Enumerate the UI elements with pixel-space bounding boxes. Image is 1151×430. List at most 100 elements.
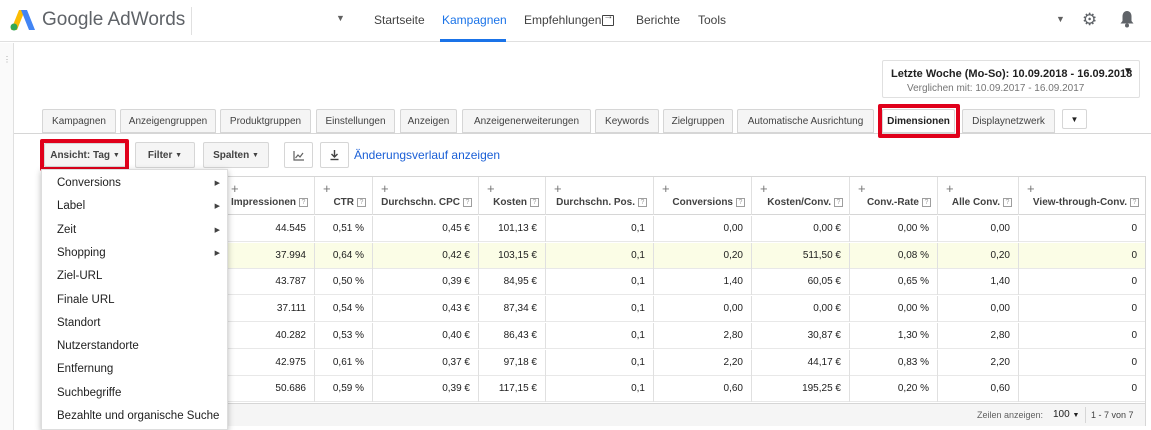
change-history-link[interactable]: Änderungsverlauf anzeigen — [354, 148, 500, 162]
tab-dimensionen[interactable]: Dimensionen — [882, 109, 955, 133]
menu-item[interactable]: Nutzerstandorte — [42, 335, 227, 358]
table-cell: 37.994 — [223, 242, 315, 269]
gear-icon[interactable]: ⚙ — [1082, 10, 1097, 30]
column-header-avg-cpc[interactable]: + Durchschn. CPC? — [373, 177, 479, 215]
help-icon[interactable]: ? — [736, 198, 745, 207]
menu-item[interactable]: Standort — [42, 312, 227, 335]
view-button[interactable]: Ansicht: Tag ▼ — [44, 143, 126, 167]
column-header-view-through-conv[interactable]: + View-through-Conv.? — [1019, 177, 1145, 215]
column-label: Kosten/Conv. — [767, 197, 831, 208]
menu-item[interactable]: Bezahlte und organische Suche — [42, 405, 227, 428]
chevron-down-icon: ▼ — [1123, 66, 1133, 77]
menu-item[interactable]: Label ▶ — [42, 195, 227, 218]
table-cell: 2,80 — [654, 322, 752, 349]
table-cell: 0,00 — [654, 216, 752, 242]
table-cell: 0,00 % — [850, 296, 938, 323]
column-label: Durchschn. CPC — [381, 197, 460, 208]
adwords-logo-icon[interactable] — [10, 8, 36, 32]
collapse-handle-icon[interactable]: ⋮ — [3, 55, 11, 64]
plus-icon[interactable]: + — [760, 181, 768, 196]
filter-button[interactable]: Filter ▼ — [135, 142, 195, 168]
table-cell: 0 — [1131, 276, 1137, 288]
tab-automatische-ausrichtung[interactable]: Automatische Ausrichtung — [737, 109, 874, 133]
column-header-all-conv[interactable]: + Alle Conv.? — [938, 177, 1019, 215]
nav-kampagnen[interactable]: Kampagnen — [442, 13, 507, 27]
table-cell: 50.686 — [223, 376, 315, 403]
column-header-impressions[interactable]: + Impressionen? — [223, 177, 315, 215]
tab-anzeigenerweiterungen[interactable]: Anzeigenerweiterungen — [462, 109, 591, 133]
help-icon[interactable]: ? — [299, 198, 308, 207]
column-header-cost[interactable]: + Kosten? — [479, 177, 546, 215]
nav-tools[interactable]: Tools — [698, 13, 726, 27]
help-icon[interactable]: ? — [463, 198, 472, 207]
menu-item[interactable]: Zeit ▶ — [42, 219, 227, 242]
rows-per-page-label: Zeilen anzeigen: — [977, 410, 1044, 420]
bell-icon[interactable] — [1119, 10, 1135, 28]
menu-item[interactable]: Entfernung — [42, 358, 227, 381]
column-header-avg-pos[interactable]: + Durchschn. Pos.? — [546, 177, 654, 215]
help-icon[interactable]: ? — [357, 198, 366, 207]
table-cell: 0,1 — [546, 269, 654, 296]
help-icon[interactable]: ? — [530, 198, 539, 207]
nav-berichte[interactable]: Berichte — [636, 13, 680, 27]
table-cell: 195,25 € — [752, 376, 850, 403]
plus-icon[interactable]: + — [381, 181, 389, 196]
nav-empfehlungen-label: Empfehlungen — [524, 13, 602, 27]
more-tabs-button[interactable]: ▼ — [1062, 109, 1087, 129]
menu-item[interactable]: Suchbegriffe — [42, 382, 227, 405]
table-cell: 0,00 — [654, 296, 752, 323]
left-rail[interactable]: ⋮ — [0, 43, 14, 430]
chart-button[interactable] — [284, 142, 313, 168]
tab-anzeigen[interactable]: Anzeigen — [400, 109, 457, 133]
tab-einstellungen[interactable]: Einstellungen — [316, 109, 395, 133]
nav-startseite[interactable]: Startseite — [374, 13, 425, 27]
menu-item[interactable]: Finale URL — [42, 289, 227, 312]
column-header-conv-rate[interactable]: + Conv.-Rate? — [850, 177, 938, 215]
plus-icon[interactable]: + — [858, 181, 866, 196]
table-cell: 0,1 — [546, 216, 654, 242]
help-icon[interactable]: ? — [834, 198, 843, 207]
chevron-right-icon: ▶ — [214, 226, 220, 234]
menu-item-label: Suchbegriffe — [57, 386, 122, 399]
nav-empfehlungen[interactable]: Empfehlungen — [524, 11, 615, 27]
column-label: CTR — [333, 197, 354, 208]
tab-produktgruppen[interactable]: Produktgruppen — [220, 109, 311, 133]
table-cell: 30,87 € — [752, 322, 850, 349]
tab-displaynetzwerk[interactable]: Displaynetzwerk — [962, 109, 1055, 133]
date-range-selector[interactable]: Letzte Woche (Mo-So): 10.09.2018 - 16.09… — [882, 60, 1140, 98]
plus-icon[interactable]: + — [231, 181, 239, 196]
help-icon[interactable]: ? — [638, 198, 647, 207]
help-icon[interactable]: ? — [1003, 198, 1012, 207]
tab-kampagnen[interactable]: Kampagnen — [42, 109, 116, 133]
tab-anzeigengruppen[interactable]: Anzeigengruppen — [120, 109, 216, 133]
brand-name[interactable]: Google AdWords — [42, 9, 185, 31]
plus-icon[interactable]: + — [554, 181, 562, 196]
line-chart-icon — [292, 150, 304, 161]
table-cell: 117,15 € — [479, 376, 546, 403]
plus-icon[interactable]: + — [946, 181, 954, 196]
menu-item[interactable]: Shopping ▶ — [42, 242, 227, 265]
columns-button[interactable]: Spalten ▼ — [203, 142, 269, 168]
column-header-ctr[interactable]: + CTR? — [315, 177, 373, 215]
table-cell: 0,1 — [546, 296, 654, 323]
help-icon[interactable]: ? — [1130, 198, 1139, 207]
column-header-conversions[interactable]: + Conversions? — [654, 177, 752, 215]
table-cell: 0,60 — [654, 376, 752, 403]
rows-per-page-select[interactable]: 100 ▼ — [1053, 409, 1079, 420]
download-button[interactable] — [320, 142, 349, 168]
nav-active-indicator — [440, 39, 506, 42]
plus-icon[interactable]: + — [662, 181, 670, 196]
tab-keywords[interactable]: Keywords — [595, 109, 659, 133]
chevron-down-icon[interactable]: ▼ — [1056, 14, 1065, 24]
plus-icon[interactable]: + — [487, 181, 495, 196]
table-cell: 0,42 € — [373, 242, 479, 269]
menu-item[interactable]: Conversions ▶ — [42, 172, 227, 195]
table-cell: 0,1 — [546, 322, 654, 349]
column-header-cost-per-conv[interactable]: + Kosten/Conv.? — [752, 177, 850, 215]
help-icon[interactable]: ? — [922, 198, 931, 207]
account-dropdown-icon[interactable]: ▼ — [336, 13, 345, 23]
menu-item[interactable]: Ziel-URL — [42, 265, 227, 288]
plus-icon[interactable]: + — [1027, 181, 1035, 196]
plus-icon[interactable]: + — [323, 181, 331, 196]
tab-zielgruppen[interactable]: Zielgruppen — [663, 109, 733, 133]
